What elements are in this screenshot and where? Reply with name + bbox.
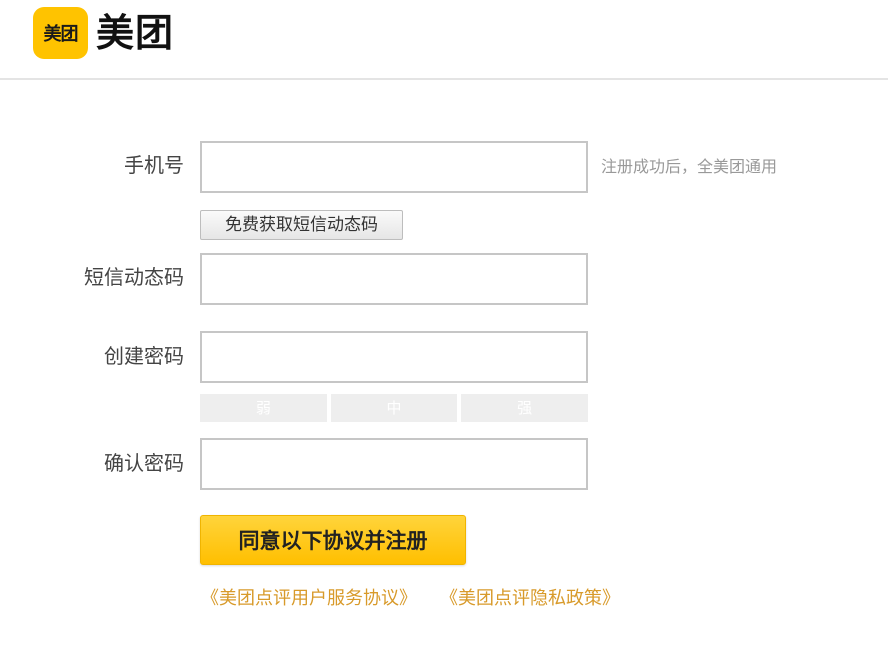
phone-label: 手机号 <box>124 153 184 177</box>
agree-and-register-button[interactable]: 同意以下协议并注册 <box>200 515 466 565</box>
password-strength-meter: 弱 中 强 <box>200 394 589 422</box>
password-input[interactable] <box>200 331 588 383</box>
sms-code-label: 短信动态码 <box>84 265 184 289</box>
header: 美团 美团 <box>0 0 888 80</box>
meituan-logo-text[interactable]: 美团 <box>96 9 174 57</box>
confirm-password-input[interactable] <box>200 438 588 490</box>
strength-medium: 中 <box>330 394 458 422</box>
phone-input[interactable] <box>200 141 588 193</box>
confirm-password-label: 确认密码 <box>104 451 184 475</box>
phone-hint: 注册成功后，全美团通用 <box>601 157 778 176</box>
strength-strong: 强 <box>461 394 589 422</box>
meituan-logo-badge[interactable]: 美团 <box>33 7 88 59</box>
get-sms-code-button[interactable]: 免费获取短信动态码 <box>200 210 403 240</box>
privacy-policy-link[interactable]: 《美团点评隐私政策》 <box>440 586 620 612</box>
password-label: 创建密码 <box>104 344 184 368</box>
sms-code-input[interactable] <box>200 253 588 305</box>
user-service-agreement-link[interactable]: 《美团点评用户服务协议》 <box>201 586 417 612</box>
strength-weak: 弱 <box>200 394 327 422</box>
